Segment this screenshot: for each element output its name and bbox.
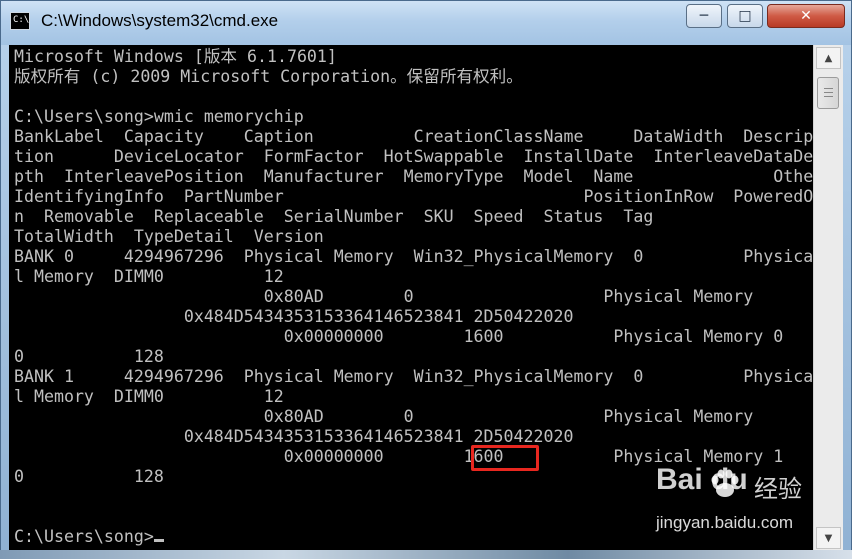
- console-line: 0x484D5434353153364146523841 2D50422020: [14, 427, 574, 446]
- console-line: l Memory DIMM0 12: [14, 267, 284, 286]
- title-bar[interactable]: C:\ C:\Windows\system32\cmd.exe ─ □ ✕: [1, 1, 851, 45]
- minimize-button[interactable]: ─: [686, 4, 722, 28]
- console-line: n Removable Replaceable SerialNumber SKU…: [14, 207, 654, 226]
- console-line: C:\Users\song>wmic memorychip: [14, 107, 304, 126]
- console-line: 版权所有 (c) 2009 Microsoft Corporation。保留所有…: [14, 67, 523, 86]
- console-line: TotalWidth TypeDetail Version: [14, 227, 324, 246]
- text-cursor: [153, 539, 164, 542]
- speed-highlight-box: [471, 445, 539, 471]
- watermark-url: jingyan.baidu.com: [656, 513, 794, 532]
- window-title: C:\Windows\system32\cmd.exe: [41, 11, 279, 30]
- maximize-button[interactable]: □: [727, 4, 763, 28]
- console-line: l Memory DIMM0 12: [14, 387, 284, 406]
- console-line: 0x484D5434353153364146523841 2D50422020: [14, 307, 574, 326]
- console-line: tion DeviceLocator FormFactor HotSwappab…: [14, 147, 813, 166]
- console-line: 0x00000000 1600 Physical Memory 0: [14, 327, 784, 346]
- scroll-up-button[interactable]: ▲: [816, 47, 841, 69]
- baidu-jingyan-watermark: Bai du 经验 jingyan.baidu.com: [656, 463, 806, 543]
- scroll-thumb[interactable]: [817, 77, 839, 109]
- cmd-app-icon[interactable]: C:\: [10, 12, 30, 30]
- console-line: 0x80AD 0 Physical Memory: [14, 407, 754, 426]
- console-line: pth InterleavePosition Manufacturer Memo…: [14, 167, 813, 186]
- console-line: BANK 1 4294967296 Physical Memory Win32_…: [14, 367, 813, 386]
- console-line: 0 128: [14, 467, 164, 486]
- cmd-window: C:\ C:\Windows\system32\cmd.exe ─ □ ✕ Mi…: [0, 0, 852, 559]
- console-prompt: C:\Users\song>: [14, 527, 154, 546]
- console-line: BANK 0 4294967296 Physical Memory Win32_…: [14, 247, 813, 266]
- console-line: Microsoft Windows [版本 6.1.7601]: [14, 47, 337, 66]
- baidu-paw-icon: [711, 469, 739, 497]
- console-line: BankLabel Capacity Caption CreationClass…: [14, 127, 813, 146]
- scroll-down-button[interactable]: ▼: [816, 527, 841, 549]
- console-line: IdentifyingInfo PartNumber PositionInRow…: [14, 187, 813, 206]
- taskbar-strip: [0, 550, 852, 559]
- console-line: 0x80AD 0 Physical Memory: [14, 287, 754, 306]
- vertical-scrollbar[interactable]: ▲ ▼: [813, 45, 843, 551]
- watermark-cn: 经验: [754, 475, 802, 503]
- close-button[interactable]: ✕: [767, 4, 845, 28]
- console-line: 0 128: [14, 347, 164, 366]
